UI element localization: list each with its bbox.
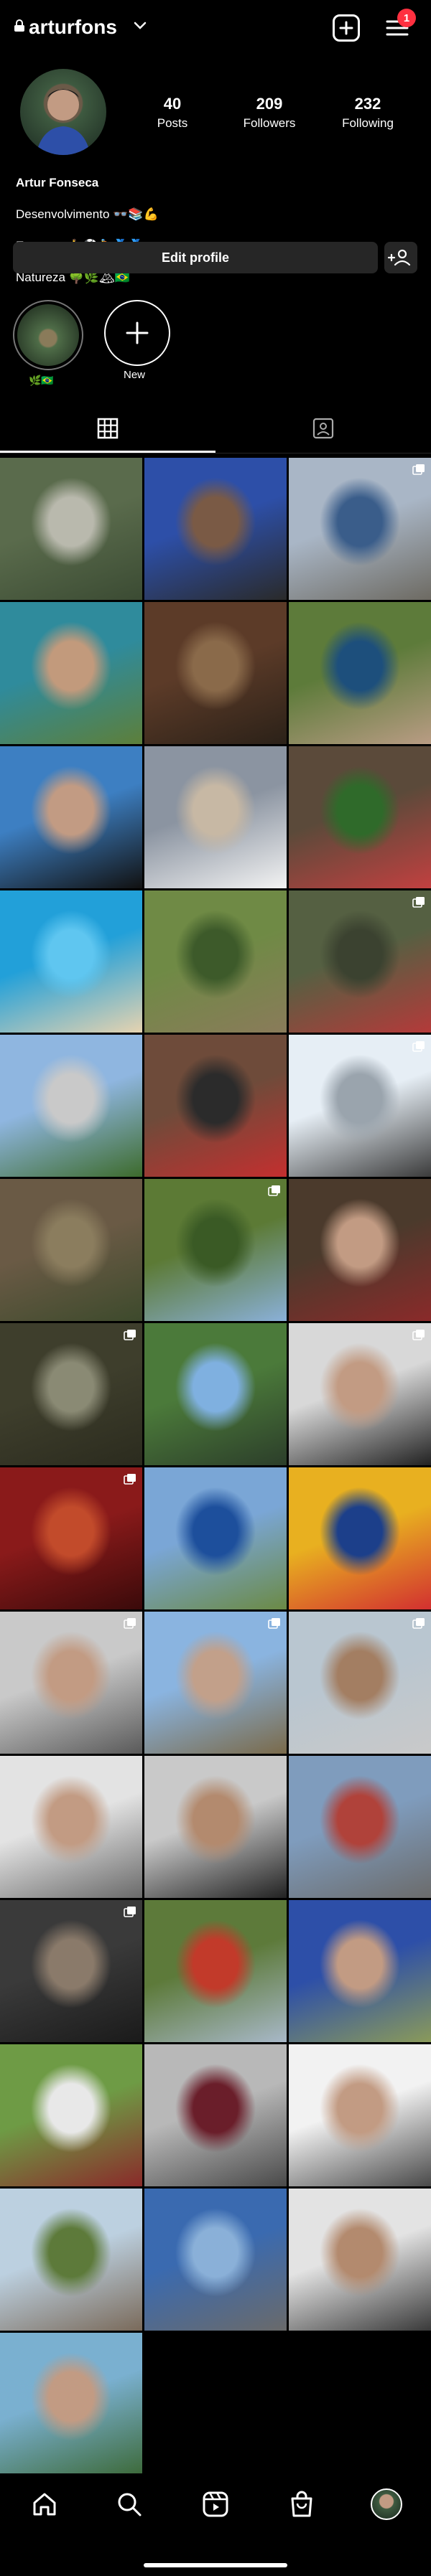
post-thumbnail[interactable]	[0, 1035, 142, 1177]
username[interactable]: arturfons	[29, 16, 117, 39]
following-count: 232	[354, 95, 381, 113]
post-thumbnail[interactable]	[0, 1179, 142, 1321]
posts-stat[interactable]: 40 Posts	[129, 95, 216, 131]
chevron-down-icon[interactable]	[134, 21, 147, 31]
edit-profile-button[interactable]: Edit profile	[13, 242, 378, 273]
post-thumbnail[interactable]	[289, 1612, 431, 1754]
highlight-story[interactable]	[13, 300, 83, 370]
post-thumbnail[interactable]	[289, 1756, 431, 1898]
post-thumbnail[interactable]	[0, 1467, 142, 1609]
post-thumbnail[interactable]	[0, 890, 142, 1033]
post-thumbnail[interactable]	[144, 458, 287, 600]
notification-badge: 1	[397, 9, 416, 27]
profile-tab-avatar[interactable]	[371, 2488, 402, 2520]
post-thumbnail[interactable]	[0, 746, 142, 888]
plus-icon	[126, 321, 149, 344]
multiple-photos-icon	[124, 1330, 136, 1340]
grid-icon	[97, 418, 119, 439]
shop-icon[interactable]	[286, 2488, 318, 2520]
plus-icon	[339, 21, 353, 35]
post-thumbnail[interactable]	[289, 1323, 431, 1465]
post-thumbnail[interactable]	[0, 602, 142, 744]
bio-line: Desenvolvimento 👓📚💪	[16, 207, 159, 221]
post-thumbnail[interactable]	[144, 1900, 287, 2042]
highlight-label: 🌿🇧🇷	[29, 375, 54, 386]
followers-count: 209	[256, 95, 283, 113]
post-thumbnail[interactable]	[289, 2189, 431, 2331]
post-thumbnail[interactable]	[289, 1900, 431, 2042]
multiple-photos-icon	[124, 1907, 136, 1917]
post-thumbnail[interactable]	[0, 458, 142, 600]
new-highlight-button[interactable]	[104, 300, 170, 366]
add-person-icon	[387, 249, 411, 266]
lock-icon	[14, 19, 24, 32]
tab-posts-grid[interactable]	[0, 402, 216, 453]
multiple-photos-icon	[412, 1618, 425, 1629]
home-indicator-bar	[144, 2563, 287, 2567]
create-post-button[interactable]	[333, 14, 360, 42]
home-icon[interactable]	[29, 2488, 60, 2520]
post-thumbnail[interactable]	[289, 602, 431, 744]
multiple-photos-icon	[124, 1474, 136, 1485]
posts-count: 40	[163, 95, 182, 113]
post-thumbnail[interactable]	[144, 1612, 287, 1754]
avatar-photo	[36, 89, 91, 155]
tagged-person-icon	[312, 418, 334, 439]
multiple-photos-icon	[412, 464, 425, 475]
post-thumbnail[interactable]	[0, 2333, 142, 2475]
post-thumbnail[interactable]	[144, 1179, 287, 1321]
multiple-photos-icon	[124, 1618, 136, 1629]
multiple-photos-icon	[268, 1185, 280, 1196]
post-thumbnail[interactable]	[0, 2044, 142, 2186]
post-thumbnail[interactable]	[289, 2044, 431, 2186]
post-thumbnail[interactable]	[289, 1179, 431, 1321]
post-thumbnail[interactable]	[144, 1323, 287, 1465]
post-thumbnail[interactable]	[289, 746, 431, 888]
multiple-photos-icon	[268, 1618, 280, 1629]
post-thumbnail[interactable]	[289, 1035, 431, 1177]
post-thumbnail[interactable]	[144, 890, 287, 1033]
multiple-photos-icon	[412, 1330, 425, 1340]
posts-label: Posts	[157, 116, 188, 130]
post-thumbnail[interactable]	[144, 602, 287, 744]
post-thumbnail[interactable]	[0, 1900, 142, 2042]
bio-name: Artur Fonseca	[16, 176, 99, 189]
followers-stat[interactable]: 209 Followers	[226, 95, 312, 131]
post-thumbnail[interactable]	[144, 1035, 287, 1177]
post-thumbnail[interactable]	[289, 458, 431, 600]
followers-label: Followers	[243, 116, 296, 130]
post-thumbnail[interactable]	[0, 1323, 142, 1465]
multiple-photos-icon	[412, 897, 425, 908]
post-thumbnail[interactable]	[144, 2044, 287, 2186]
bio: Artur Fonseca Desenvolvimento 👓📚💪 Esport…	[16, 159, 159, 301]
multiple-photos-icon	[412, 1041, 425, 1052]
post-thumbnail[interactable]	[289, 890, 431, 1033]
following-stat[interactable]: 232 Following	[325, 95, 411, 131]
new-highlight-label: New	[124, 369, 146, 381]
post-thumbnail[interactable]	[144, 746, 287, 888]
post-thumbnail[interactable]	[144, 1467, 287, 1609]
reels-icon[interactable]	[200, 2488, 231, 2520]
post-thumbnail[interactable]	[289, 1467, 431, 1609]
post-thumbnail[interactable]	[144, 2189, 287, 2331]
following-label: Following	[342, 116, 394, 130]
post-thumbnail[interactable]	[144, 1756, 287, 1898]
profile-avatar[interactable]	[20, 69, 106, 155]
discover-people-button[interactable]	[384, 242, 417, 273]
tab-tagged[interactable]	[216, 402, 431, 453]
post-thumbnail[interactable]	[0, 1612, 142, 1754]
post-thumbnail[interactable]	[0, 1756, 142, 1898]
post-thumbnail[interactable]	[0, 2189, 142, 2331]
search-icon[interactable]	[113, 2488, 145, 2520]
